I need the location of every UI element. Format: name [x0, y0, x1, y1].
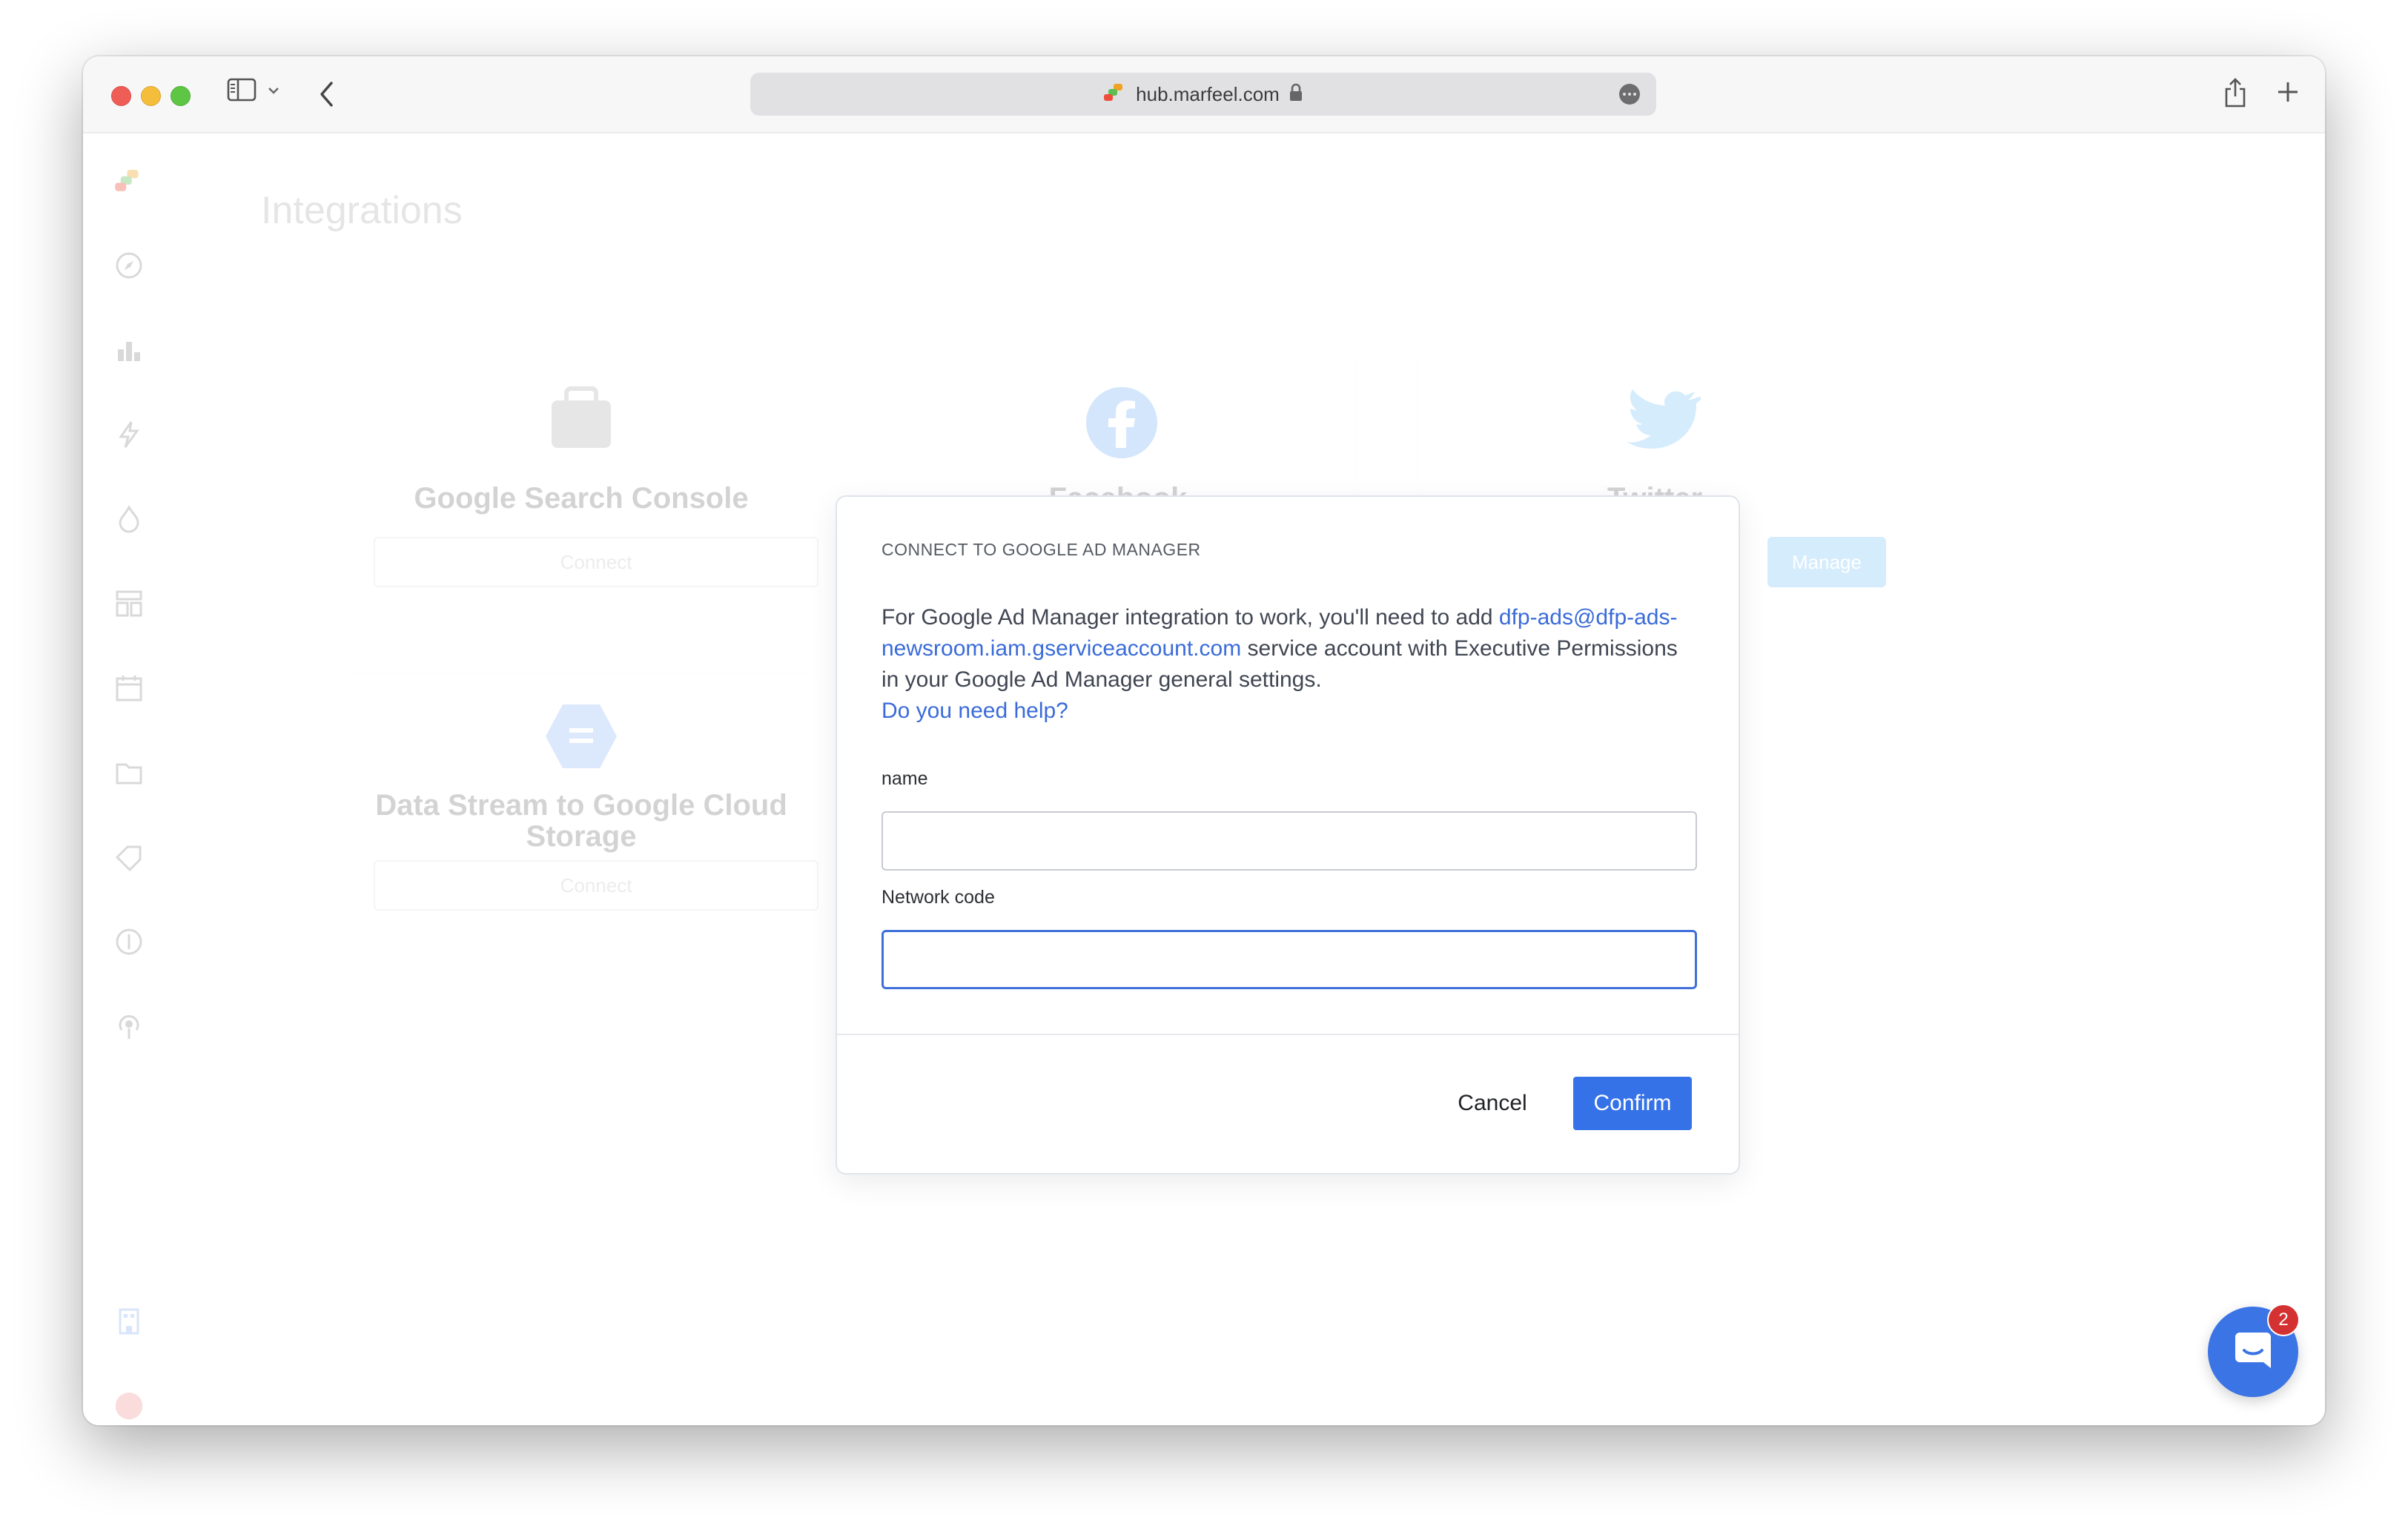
address-bar[interactable]: hub.marfeel.com — [750, 73, 1656, 116]
minimize-window-button[interactable] — [141, 86, 161, 106]
address-url: hub.marfeel.com — [1136, 82, 1280, 105]
new-tab-icon[interactable] — [2276, 80, 2300, 104]
zoom-window-button[interactable] — [171, 86, 191, 106]
bar-chart-icon[interactable] — [114, 335, 144, 365]
manage-button[interactable]: Manage — [1767, 537, 1886, 587]
modal-divider — [837, 1034, 1739, 1035]
notification-badge: 2 — [2267, 1304, 2300, 1336]
twitter-icon — [1619, 389, 1704, 459]
card-title: Data Stream to Google Cloud Storage — [375, 789, 787, 853]
compass-icon[interactable] — [114, 251, 144, 280]
sidebar-toggle-icon[interactable] — [227, 77, 257, 102]
app-logo-icon — [114, 166, 144, 196]
more-icon[interactable] — [1619, 84, 1640, 105]
site-favicon — [1103, 83, 1127, 106]
lock-icon — [1289, 83, 1303, 106]
tag-icon[interactable] — [114, 842, 144, 872]
chevron-down-icon[interactable] — [267, 86, 280, 95]
modal-description: For Google Ad Manager integration to wor… — [882, 602, 1697, 727]
browser-toolbar: hub.marfeel.com — [83, 56, 2325, 133]
cloud-storage-icon — [544, 703, 618, 773]
back-arrow-icon[interactable] — [319, 80, 335, 108]
network-code-input[interactable] — [882, 930, 1697, 989]
user-avatar[interactable] — [114, 1391, 144, 1421]
page-title: Integrations — [261, 189, 463, 232]
network-code-label: Network code — [882, 887, 995, 908]
connect-button[interactable]: Connect — [374, 860, 818, 911]
calendar-icon[interactable] — [114, 673, 144, 703]
app-sidebar — [83, 133, 178, 1425]
podcast-icon[interactable] — [114, 1011, 144, 1041]
close-window-button[interactable] — [111, 86, 131, 106]
connect-google-ad-manager-modal: CONNECT TO GOOGLE AD MANAGER For Google … — [836, 495, 1740, 1175]
share-icon[interactable] — [2223, 77, 2248, 108]
building-icon[interactable] — [114, 1307, 144, 1336]
confirm-button[interactable]: Confirm — [1573, 1077, 1692, 1130]
name-input[interactable] — [882, 811, 1697, 871]
folder-icon[interactable] — [114, 758, 144, 788]
help-link[interactable]: Do you need help? — [882, 699, 1068, 723]
modal-title: CONNECT TO GOOGLE AD MANAGER — [882, 540, 1201, 559]
flame-icon[interactable] — [114, 504, 144, 534]
search-console-icon — [544, 386, 618, 456]
layout-icon[interactable] — [114, 589, 144, 618]
integration-card-google-search-console: Google Search Console Connect — [344, 356, 818, 638]
description-text: For Google Ad Manager integration to wor… — [882, 605, 1499, 630]
integration-card-data-stream: Data Stream to Google Cloud Storage Conn… — [344, 675, 818, 957]
browser-window: hub.marfeel.com Integrations Google Sear… — [83, 56, 2325, 1425]
connect-button[interactable]: Connect — [374, 537, 818, 587]
card-title: Google Search Console — [414, 482, 749, 515]
facebook-icon — [1085, 386, 1159, 463]
lightning-icon[interactable] — [114, 420, 144, 449]
coin-icon[interactable] — [114, 927, 144, 957]
chat-icon — [2231, 1328, 2275, 1376]
page-content: Integrations Google Search Console Conne… — [83, 133, 2325, 1425]
cancel-button[interactable]: Cancel — [1440, 1077, 1544, 1130]
name-label: name — [882, 768, 928, 789]
